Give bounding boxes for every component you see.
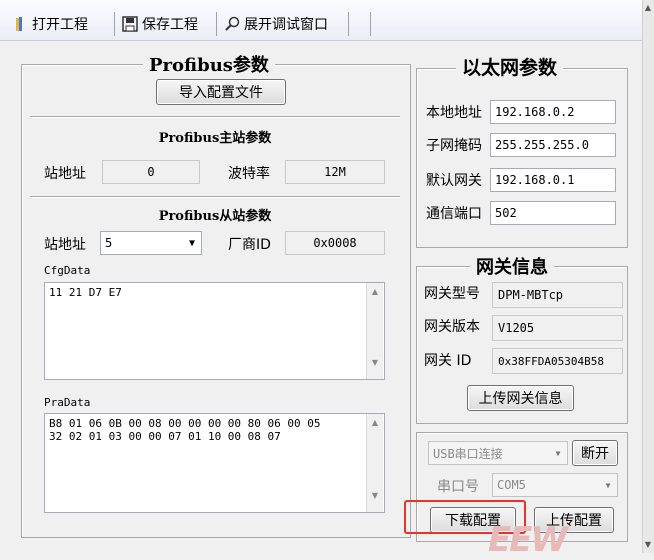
scroll-up-icon[interactable]: ▲ (367, 418, 383, 427)
toolbar-separator (370, 12, 371, 36)
scroll-up-icon[interactable]: ▲ (367, 287, 383, 296)
gateway-info-title: 网关信息 (470, 253, 554, 279)
import-config-button[interactable]: 导入配置文件 (156, 79, 286, 105)
upload-gateway-info-button[interactable]: 上传网关信息 (467, 385, 574, 411)
gateway-version-field: V1205 (492, 315, 623, 341)
pradata-textarea[interactable]: B8 01 06 0B 00 08 00 00 00 00 80 06 00 0… (44, 413, 385, 513)
profibus-group-title: Profibus参数 (143, 51, 275, 77)
cfgdata-textarea[interactable]: 11 21 D7 E7 (44, 282, 385, 380)
toolbar-separator (348, 12, 349, 36)
default-gateway-input[interactable]: 192.168.0.1 (490, 168, 616, 192)
open-project-label: 打开工程 (32, 17, 88, 33)
save-icon (122, 16, 138, 32)
expand-debug-label: 展开调试窗口 (244, 17, 328, 33)
toolbar-separator (114, 12, 115, 36)
disconnect-button[interactable]: 断开 (572, 440, 618, 466)
serial-port-select[interactable]: COM5 ▼ (492, 473, 618, 497)
comm-port-label: 通信端口 (426, 206, 482, 222)
toolbar-separator (216, 12, 217, 36)
folder-icon (16, 17, 22, 31)
pradata-label: PraData (44, 396, 91, 409)
baud-rate-label: 波特率 (228, 166, 270, 182)
slave-params-title: Profibus从站参数 (158, 209, 272, 224)
master-station-label: 站地址 (44, 166, 86, 182)
slave-station-label: 站地址 (44, 237, 86, 253)
watermark-logo: EEW (488, 520, 568, 560)
section-divider (30, 116, 400, 118)
ethernet-group-title: 以太网参数 (456, 53, 564, 80)
master-station-field: 0 (102, 160, 200, 184)
scroll-down-icon[interactable]: ▼ (367, 358, 383, 367)
scroll-up-icon[interactable]: ▲ (642, 0, 654, 16)
save-project-button[interactable]: 保存工程 (122, 12, 198, 36)
save-project-label: 保存工程 (142, 17, 198, 33)
gateway-id-field: 0x38FFDA05304B58 (492, 348, 623, 374)
chevron-down-icon[interactable]: ▼ (599, 474, 617, 496)
open-project-button[interactable]: 打开工程 (14, 12, 88, 36)
slave-station-value: 5 (105, 236, 113, 250)
gateway-model-label: 网关型号 (424, 286, 480, 302)
pradata-scrollbar[interactable]: ▲ ▼ (366, 414, 383, 512)
serial-port-label: 串口号 (437, 479, 479, 495)
gateway-id-label: 网关 ID (424, 353, 472, 369)
connection-mode-select[interactable]: USB串口连接 ▼ (428, 441, 568, 465)
local-address-label: 本地地址 (426, 105, 482, 121)
master-params-title: Profibus主站参数 (158, 131, 272, 146)
slave-station-select[interactable]: 5 ▼ (100, 231, 202, 255)
connection-mode-value: USB串口连接 (433, 446, 503, 461)
subnet-mask-input[interactable]: 255.255.255.0 (490, 133, 616, 157)
cfgdata-scrollbar[interactable]: ▲ ▼ (366, 283, 383, 379)
baud-rate-field: 12M (285, 160, 385, 184)
subnet-mask-label: 子网掩码 (426, 138, 482, 154)
cfgdata-label: CfgData (44, 264, 91, 277)
default-gateway-label: 默认网关 (426, 173, 482, 189)
scroll-down-icon[interactable]: ▼ (367, 491, 383, 500)
chevron-down-icon[interactable]: ▼ (183, 232, 201, 254)
search-icon (225, 16, 240, 31)
comm-port-input[interactable]: 502 (490, 201, 616, 225)
chevron-down-icon[interactable]: ▼ (549, 442, 567, 464)
vendor-id-field: 0x0008 (285, 231, 385, 255)
section-divider (30, 196, 400, 198)
expand-debug-button[interactable]: 展开调试窗口 (224, 12, 328, 36)
toolbar: 打开工程 保存工程 展开调试窗口 (0, 0, 642, 41)
window-scrollbar[interactable] (642, 0, 654, 553)
serial-port-value: COM5 (497, 478, 526, 492)
local-address-input[interactable]: 192.168.0.2 (490, 100, 616, 124)
vendor-id-label: 厂商ID (228, 237, 271, 253)
gateway-model-field: DPM-MBTcp (492, 282, 623, 308)
gateway-version-label: 网关版本 (424, 319, 480, 335)
scroll-down-icon[interactable]: ▼ (642, 537, 654, 553)
